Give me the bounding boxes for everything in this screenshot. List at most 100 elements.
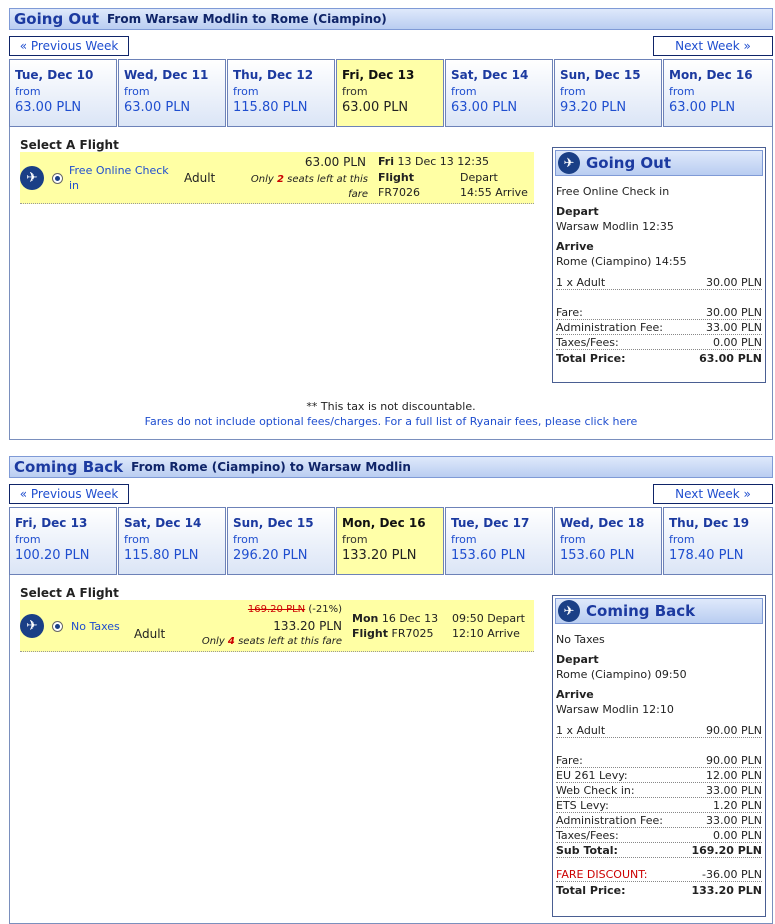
day-from: from — [669, 85, 695, 98]
summary-row: EU 261 Levy: 12.00 PLN — [556, 768, 762, 783]
going-out-summary: ✈ Going Out Free Online Check in Depart W… — [552, 147, 766, 383]
flight-day: Fri — [378, 155, 395, 168]
day-tab[interactable]: Sat, Dec 14 from 115.80 PLN — [118, 507, 226, 575]
day-name: Tue, Dec 17 — [451, 516, 530, 530]
summary-row: Administration Fee: 33.00 PLN — [556, 320, 762, 335]
summary-fare-type: No Taxes — [556, 633, 605, 646]
previous-week-button[interactable]: « Previous Week — [9, 36, 129, 56]
arrive-time: 12:10 Arrive — [452, 627, 520, 640]
plane-icon: ✈ — [558, 600, 580, 622]
summary-depart: Rome (Ciampino) 09:50 — [556, 668, 687, 681]
row-value: 63.00 PLN — [699, 352, 762, 365]
row-label: FARE DISCOUNT: — [556, 868, 648, 881]
day-from: from — [233, 533, 259, 546]
plane-icon: ✈ — [20, 614, 44, 638]
day-tab[interactable]: Thu, Dec 12 from 115.80 PLN — [227, 59, 335, 127]
summary-arrive-label: Arrive — [556, 240, 594, 253]
going-out-header: Going Out From Warsaw Modlin to Rome (Ci… — [9, 8, 773, 30]
row-label: Administration Fee: — [556, 814, 663, 827]
day-from: from — [342, 533, 368, 546]
tax-note: ** This tax is not discountable. — [306, 400, 476, 413]
flight-option[interactable]: ✈ No Taxes Adult 169.20 PLN (-21%) 133.2… — [20, 600, 534, 652]
day-name: Sun, Dec 15 — [233, 516, 314, 530]
flight-radio[interactable] — [52, 173, 63, 184]
section-title: Going Out — [14, 10, 99, 28]
day-price: 93.20 PLN — [560, 100, 627, 115]
summary-row: Administration Fee: 33.00 PLN — [556, 813, 762, 828]
flight-number-line: Flight FR7025 — [352, 627, 434, 640]
depart-time: 12:35 — [457, 155, 489, 168]
day-from: from — [342, 85, 368, 98]
summary-header: ✈ Coming Back — [555, 598, 763, 624]
day-price: 178.40 PLN — [669, 548, 744, 563]
day-tab[interactable]: Sat, Dec 14 from 63.00 PLN — [445, 59, 553, 127]
day-tab[interactable]: Thu, Dec 19 from 178.40 PLN — [663, 507, 773, 575]
seats-post: seats left at this fare — [238, 636, 342, 647]
flight-label: Flight — [352, 627, 389, 640]
depart-time: 09:50 Depart — [452, 612, 525, 625]
day-tab[interactable]: Mon, Dec 16 from 63.00 PLN — [663, 59, 773, 127]
day-price: 133.20 PLN — [342, 548, 417, 563]
day-price: 153.60 PLN — [451, 548, 526, 563]
day-name: Sat, Dec 14 — [124, 516, 202, 530]
route-label: From Warsaw Modlin to Rome (Ciampino) — [107, 12, 387, 26]
flight-label: Flight — [378, 171, 415, 184]
day-from: from — [15, 85, 41, 98]
day-tab[interactable]: Sun, Dec 15 from 296.20 PLN — [227, 507, 335, 575]
next-week-button[interactable]: Next Week » — [653, 36, 773, 56]
flight-radio[interactable] — [52, 621, 63, 632]
day-tab-selected[interactable]: Mon, Dec 16 from 133.20 PLN — [336, 507, 444, 575]
row-label: 1 x Adult — [556, 724, 606, 737]
day-tab[interactable]: Wed, Dec 11 from 63.00 PLN — [118, 59, 226, 127]
fees-link[interactable]: Fares do not include optional fees/charg… — [9, 415, 773, 428]
day-tab[interactable]: Wed, Dec 18 from 153.60 PLN — [554, 507, 662, 575]
day-name: Wed, Dec 18 — [560, 516, 645, 530]
seats-count: 4 — [227, 636, 235, 647]
previous-week-button[interactable]: « Previous Week — [9, 484, 129, 504]
plane-icon: ✈ — [20, 166, 44, 190]
day-price: 63.00 PLN — [669, 100, 736, 115]
next-week-button[interactable]: Next Week » — [653, 484, 773, 504]
row-label: Total Price: — [556, 352, 626, 365]
flight-date: Mon 16 Dec 13 — [352, 612, 438, 625]
row-label: Taxes/Fees: — [556, 336, 619, 349]
flight-option[interactable]: ✈ Free Online Check in Adult 63.00 PLN O… — [20, 152, 534, 204]
summary-title: Going Out — [586, 154, 671, 172]
summary-row: Taxes/Fees: 0.00 PLN — [556, 828, 762, 843]
row-label: Total Price: — [556, 884, 626, 897]
row-value: 169.20 PLN — [691, 844, 762, 857]
day-tab[interactable]: Fri, Dec 13 from 100.20 PLN — [9, 507, 117, 575]
day-name: Mon, Dec 16 — [669, 68, 753, 82]
route-label: From Rome (Ciampino) to Warsaw Modlin — [131, 460, 411, 474]
summary-subtotal-row: Sub Total: 169.20 PLN — [556, 843, 762, 858]
day-tab[interactable]: Sun, Dec 15 from 93.20 PLN — [554, 59, 662, 127]
row-value: 0.00 PLN — [713, 829, 762, 842]
passenger-type: Adult — [134, 627, 166, 641]
day-price: 153.60 PLN — [560, 548, 635, 563]
day-price: 115.80 PLN — [233, 100, 308, 115]
summary-arrive: Rome (Ciampino) 14:55 — [556, 255, 687, 268]
flight-number: FR7026 — [378, 186, 420, 199]
summary-discount-row: FARE DISCOUNT: -36.00 PLN — [556, 867, 762, 882]
flight-date-text: 13 Dec 13 — [397, 155, 454, 168]
flight-day: Mon — [352, 612, 379, 625]
day-name: Fri, Dec 13 — [342, 68, 415, 82]
day-name: Sun, Dec 15 — [560, 68, 641, 82]
day-tab-selected[interactable]: Fri, Dec 13 from 63.00 PLN — [336, 59, 444, 127]
day-price: 63.00 PLN — [15, 100, 82, 115]
day-price: 100.20 PLN — [15, 548, 90, 563]
day-from: from — [15, 533, 41, 546]
day-from: from — [560, 85, 586, 98]
day-price: 63.00 PLN — [342, 100, 409, 115]
old-price-discount: 169.20 PLN (-21%) — [248, 604, 342, 615]
day-from: from — [124, 85, 150, 98]
day-tab[interactable]: Tue, Dec 10 from 63.00 PLN — [9, 59, 117, 127]
day-price: 63.00 PLN — [124, 100, 191, 115]
arrive-time: 14:55 Arrive — [460, 186, 528, 199]
flight-number: FR7025 — [391, 627, 434, 640]
section-title: Coming Back — [14, 458, 124, 476]
day-tab[interactable]: Tue, Dec 17 from 153.60 PLN — [445, 507, 553, 575]
day-from: from — [233, 85, 259, 98]
day-from: from — [451, 533, 477, 546]
row-label: EU 261 Levy: — [556, 769, 628, 782]
